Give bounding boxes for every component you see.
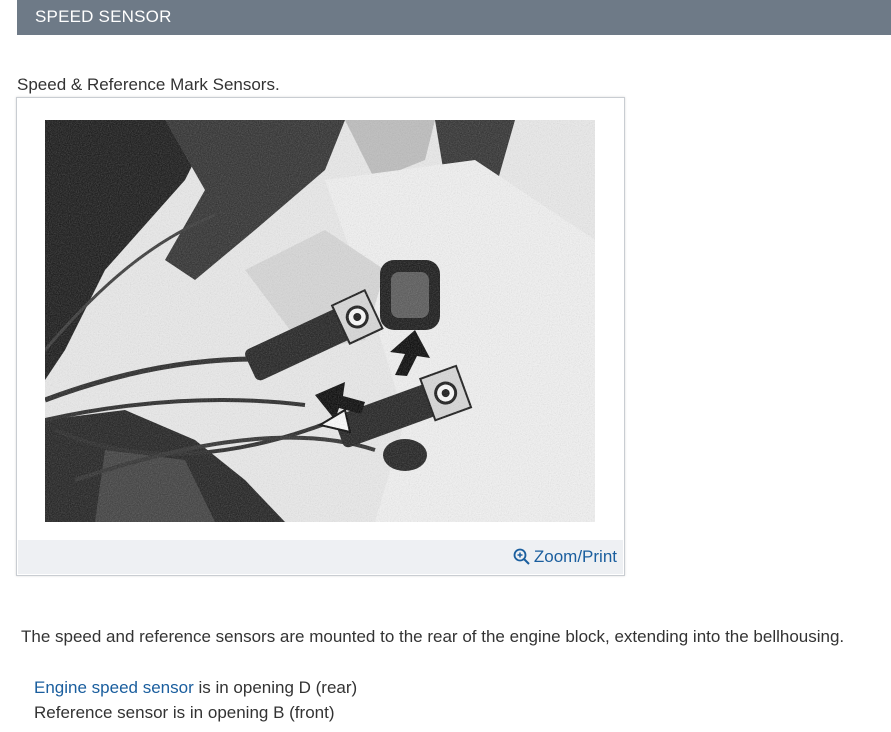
zoom-print-label: Zoom/Print [533, 547, 617, 566]
description-paragraph: The speed and reference sensors are moun… [21, 627, 845, 646]
figure-container: Zoom/Print [16, 97, 625, 576]
engine-speed-sensor-text: is in opening D (rear) [193, 678, 358, 697]
reference-sensor-line: Reference sensor is in opening B (front) [34, 703, 335, 722]
engine-speed-sensor-line: Engine speed sensor is in opening D (rea… [34, 678, 357, 698]
figure-caption: Speed & Reference Mark Sensors. [17, 75, 280, 94]
zoom-print-button[interactable]: Zoom/Print [513, 547, 617, 567]
zoom-in-icon [513, 548, 530, 565]
engine-sensor-photo [45, 120, 595, 522]
figure-footer: Zoom/Print [18, 540, 623, 574]
engine-speed-sensor-link[interactable]: Engine speed sensor [34, 678, 194, 697]
section-title: SPEED SENSOR [35, 7, 172, 26]
section-header: SPEED SENSOR [17, 0, 891, 35]
